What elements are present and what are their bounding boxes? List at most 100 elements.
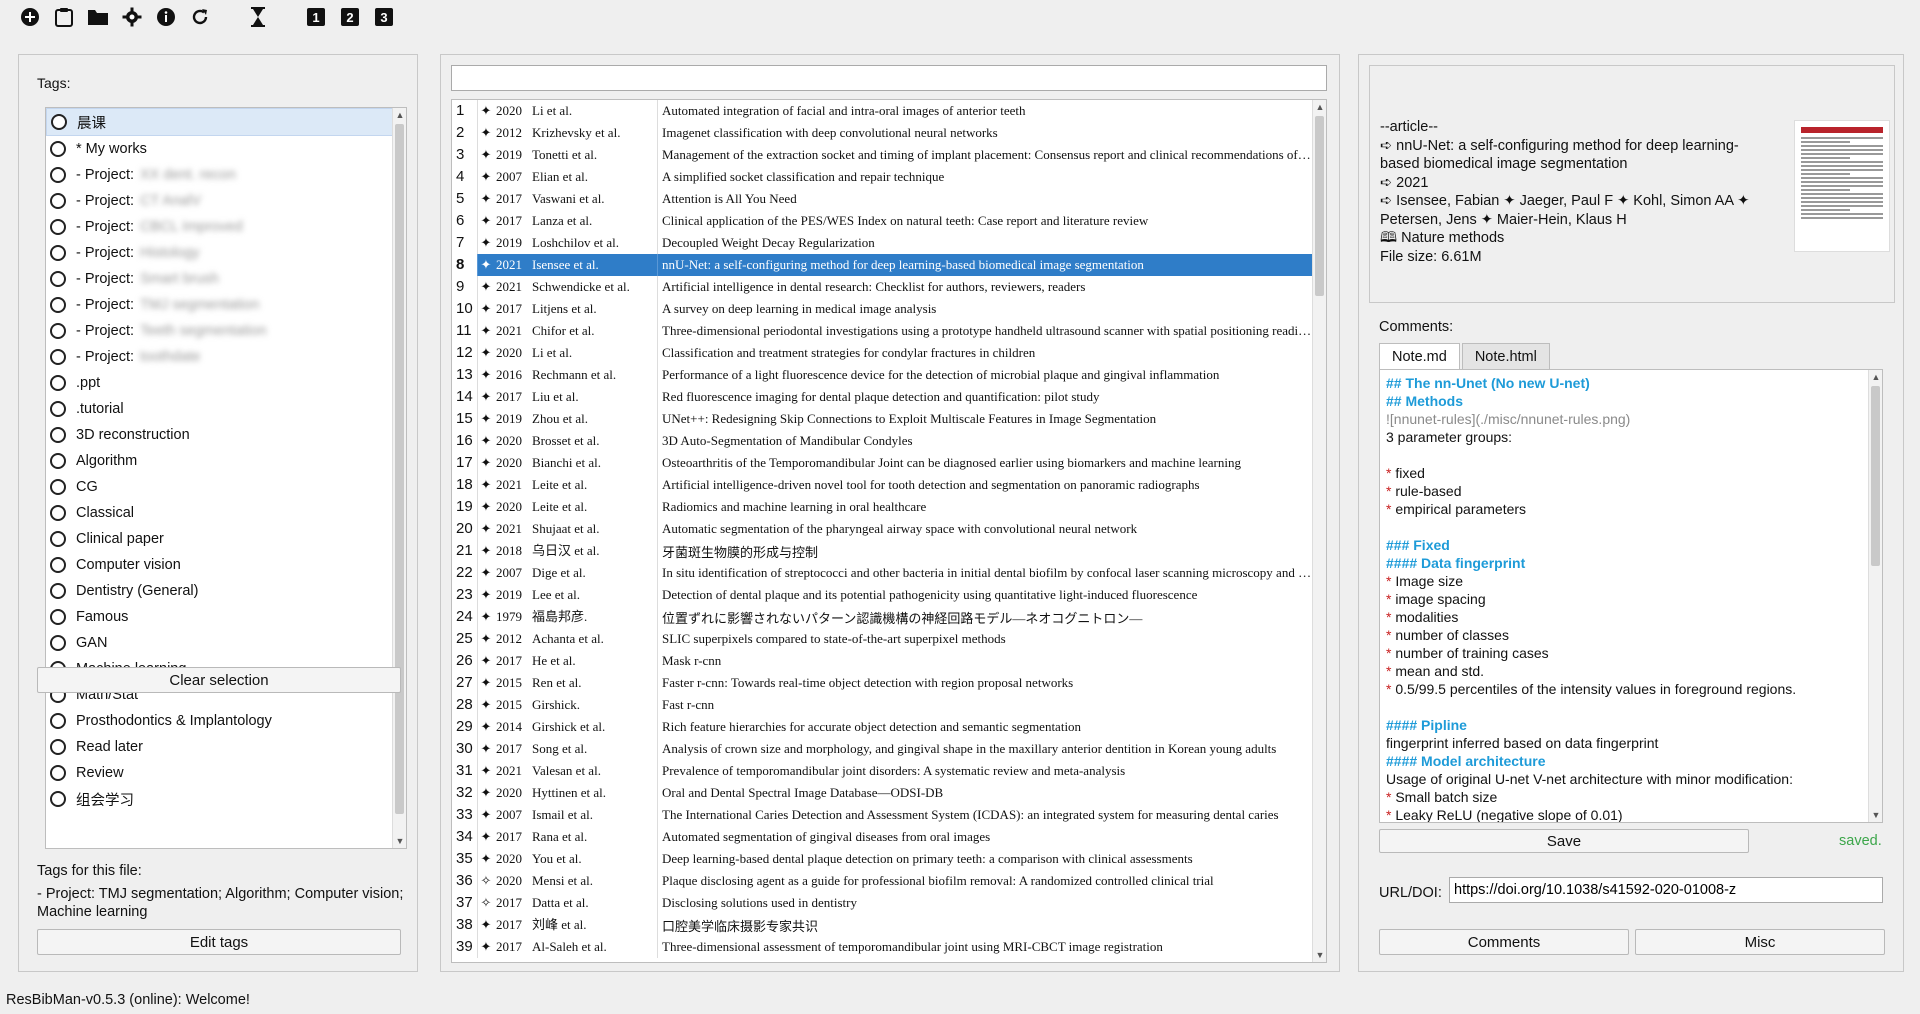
table-row[interactable]: 22 ✦ 2007 Dige et al. In situ identification… (452, 562, 1312, 584)
radio-icon[interactable] (50, 557, 66, 573)
table-row[interactable]: 18 ✦ 2021 Leite et al. Artificial intelligen… (452, 474, 1312, 496)
scroll-up-icon[interactable]: ▲ (1313, 100, 1326, 114)
radio-icon[interactable] (50, 765, 66, 781)
table-row[interactable]: 2 ✦ 2012 Krizhevsky et al. Imagenet classifi… (452, 122, 1312, 144)
search-input[interactable] (451, 65, 1327, 91)
table-row[interactable]: 1 ✦ 2020 Li et al. Automated integration of … (452, 100, 1312, 122)
table-row[interactable]: 16 ✦ 2020 Brosset et al. 3D Auto-Segmentatio… (452, 430, 1312, 452)
scroll-thumb[interactable] (1315, 116, 1324, 296)
refresh-icon[interactable] (188, 5, 212, 29)
tag-item[interactable]: - Project: Smart brush (46, 266, 406, 292)
table-row[interactable]: 11 ✦ 2021 Chifor et al. Three-dimensional pe… (452, 320, 1312, 342)
scroll-up-icon[interactable]: ▲ (393, 108, 406, 122)
note-editor[interactable]: ## The nn-Unet (No new U-net) ## Methods!… (1379, 369, 1883, 823)
radio-icon[interactable] (50, 323, 66, 339)
table-row[interactable]: 7 ✦ 2019 Loshchilov et al. Decoupled Weight … (452, 232, 1312, 254)
table-row[interactable]: 28 ✦ 2015 Girshick. Fast r-cnn (452, 694, 1312, 716)
table-row[interactable]: 39 ✦ 2017 Al-Saleh et al. Three-dimensional … (452, 936, 1312, 958)
radio-icon[interactable] (50, 271, 66, 287)
tag-item[interactable]: .ppt (46, 370, 406, 396)
table-row[interactable]: 8 ✦ 2021 Isensee et al. nnU-Net: a self-conf… (452, 254, 1312, 276)
scroll-thumb[interactable] (395, 124, 404, 814)
radio-icon[interactable] (50, 635, 66, 651)
folder-icon[interactable] (86, 5, 110, 29)
workspace-2-button[interactable]: 2 (338, 5, 362, 29)
tag-item[interactable]: Classical (46, 500, 406, 526)
misc-button[interactable]: Misc (1635, 929, 1885, 955)
paper-table[interactable]: 1 ✦ 2020 Li et al. Automated integration of … (451, 99, 1327, 963)
table-row[interactable]: 15 ✦ 2019 Zhou et al. UNet++: Redesigning Sk… (452, 408, 1312, 430)
radio-icon[interactable] (50, 609, 66, 625)
tag-item[interactable]: - Project: Teeth segmentation (46, 318, 406, 344)
radio-icon[interactable] (50, 583, 66, 599)
tag-item[interactable]: Computer vision (46, 552, 406, 578)
table-row[interactable]: 17 ✦ 2020 Bianchi et al. Osteoarthritis of t… (452, 452, 1312, 474)
tag-item[interactable]: - Project: toothdate (46, 344, 406, 370)
radio-icon[interactable] (50, 791, 66, 807)
radio-icon[interactable] (50, 531, 66, 547)
table-row[interactable]: 38 ✦ 2017 刘峰 et al. 口腔美学临床摄影专家共识 (452, 914, 1312, 936)
table-row[interactable]: 9 ✦ 2021 Schwendicke et al. Artificial intel… (452, 276, 1312, 298)
note-scrollbar[interactable]: ▲ ▼ (1868, 370, 1882, 822)
table-row[interactable]: 23 ✦ 2019 Lee et al. Detection of dental pla… (452, 584, 1312, 606)
clear-selection-button[interactable]: Clear selection (37, 667, 401, 693)
tag-item[interactable]: Prosthodontics & Implantology (46, 708, 406, 734)
table-row[interactable]: 12 ✦ 2020 Li et al. Classification and treat… (452, 342, 1312, 364)
radio-icon[interactable] (50, 401, 66, 417)
scroll-down-icon[interactable]: ▼ (393, 834, 406, 848)
table-row[interactable]: 21 ✦ 2018 乌日汉 et al. 牙菌斑生物膜的形成与控制 (452, 540, 1312, 562)
table-row[interactable]: 25 ✦ 2012 Achanta et al. SLIC superpixels co… (452, 628, 1312, 650)
workspace-1-button[interactable]: 1 (304, 5, 328, 29)
table-row[interactable]: 33 ✦ 2007 Ismail et al. The International Ca… (452, 804, 1312, 826)
tag-item[interactable]: Review (46, 760, 406, 786)
table-row[interactable]: 6 ✦ 2017 Lanza et al. Clinical application o… (452, 210, 1312, 232)
table-row[interactable]: 10 ✦ 2017 Litjens et al. A survey on deep le… (452, 298, 1312, 320)
tag-item[interactable]: 组会学习 (46, 786, 406, 812)
tag-item[interactable]: .tutorial (46, 396, 406, 422)
table-row[interactable]: 5 ✦ 2017 Vaswani et al. Attention is All You… (452, 188, 1312, 210)
tag-item[interactable]: Dentistry (General) (46, 578, 406, 604)
tag-item[interactable]: - Project: Histology (46, 240, 406, 266)
hourglass-icon[interactable] (246, 5, 270, 29)
tag-item[interactable]: CG (46, 474, 406, 500)
tag-item[interactable]: GAN (46, 630, 406, 656)
pdf-thumbnail[interactable] (1794, 120, 1890, 252)
radio-icon[interactable] (50, 297, 66, 313)
table-row[interactable]: 19 ✦ 2020 Leite et al. Radiomics and machine… (452, 496, 1312, 518)
tag-item[interactable]: * My works (46, 136, 406, 162)
tag-item[interactable]: - Project: XX dent. recon (46, 162, 406, 188)
table-row[interactable]: 27 ✦ 2015 Ren et al. Faster r-cnn: Towards r… (452, 672, 1312, 694)
comments-button[interactable]: Comments (1379, 929, 1629, 955)
table-row[interactable]: 20 ✦ 2021 Shujaat et al. Automatic segmentat… (452, 518, 1312, 540)
clipboard-icon[interactable] (52, 5, 76, 29)
tag-item[interactable]: Clinical paper (46, 526, 406, 552)
scroll-down-icon[interactable]: ▼ (1869, 808, 1882, 822)
radio-icon[interactable] (50, 479, 66, 495)
radio-icon[interactable] (50, 453, 66, 469)
tag-item[interactable]: Famous (46, 604, 406, 630)
radio-icon[interactable] (50, 713, 66, 729)
table-row[interactable]: 14 ✦ 2017 Liu et al. Red fluorescence imagin… (452, 386, 1312, 408)
tag-item[interactable]: 晨课 (46, 108, 406, 136)
tag-item[interactable]: - Project: TMJ segmentation (46, 292, 406, 318)
tab-note-html[interactable]: Note.html (1461, 343, 1550, 370)
tag-item[interactable]: 3D reconstruction (46, 422, 406, 448)
radio-icon[interactable] (50, 505, 66, 521)
radio-icon[interactable] (50, 375, 66, 391)
radio-icon[interactable] (50, 739, 66, 755)
table-row[interactable]: 4 ✦ 2007 Elian et al. A simplified socket cl… (452, 166, 1312, 188)
table-row[interactable]: 36 ✧ 2020 Mensi et al. Plaque disclosing age… (452, 870, 1312, 892)
tag-item[interactable]: - Project: CT AnalV (46, 188, 406, 214)
tag-item[interactable]: Algorithm (46, 448, 406, 474)
paper-table-scrollbar[interactable]: ▲ ▼ (1312, 100, 1326, 962)
table-row[interactable]: 3 ✦ 2019 Tonetti et al. Management of the ex… (452, 144, 1312, 166)
url-input[interactable] (1449, 877, 1883, 903)
radio-icon[interactable] (50, 427, 66, 443)
table-row[interactable]: 34 ✦ 2017 Rana et al. Automated segmentation… (452, 826, 1312, 848)
table-row[interactable]: 29 ✦ 2014 Girshick et al. Rich feature hiera… (452, 716, 1312, 738)
radio-icon[interactable] (50, 245, 66, 261)
tag-list[interactable]: 晨课 * My works - Project: XX dent. recon - Pr… (45, 107, 407, 849)
table-row[interactable]: 26 ✦ 2017 He et al. Mask r-cnn (452, 650, 1312, 672)
scroll-down-icon[interactable]: ▼ (1313, 948, 1326, 962)
radio-icon[interactable] (51, 114, 67, 130)
